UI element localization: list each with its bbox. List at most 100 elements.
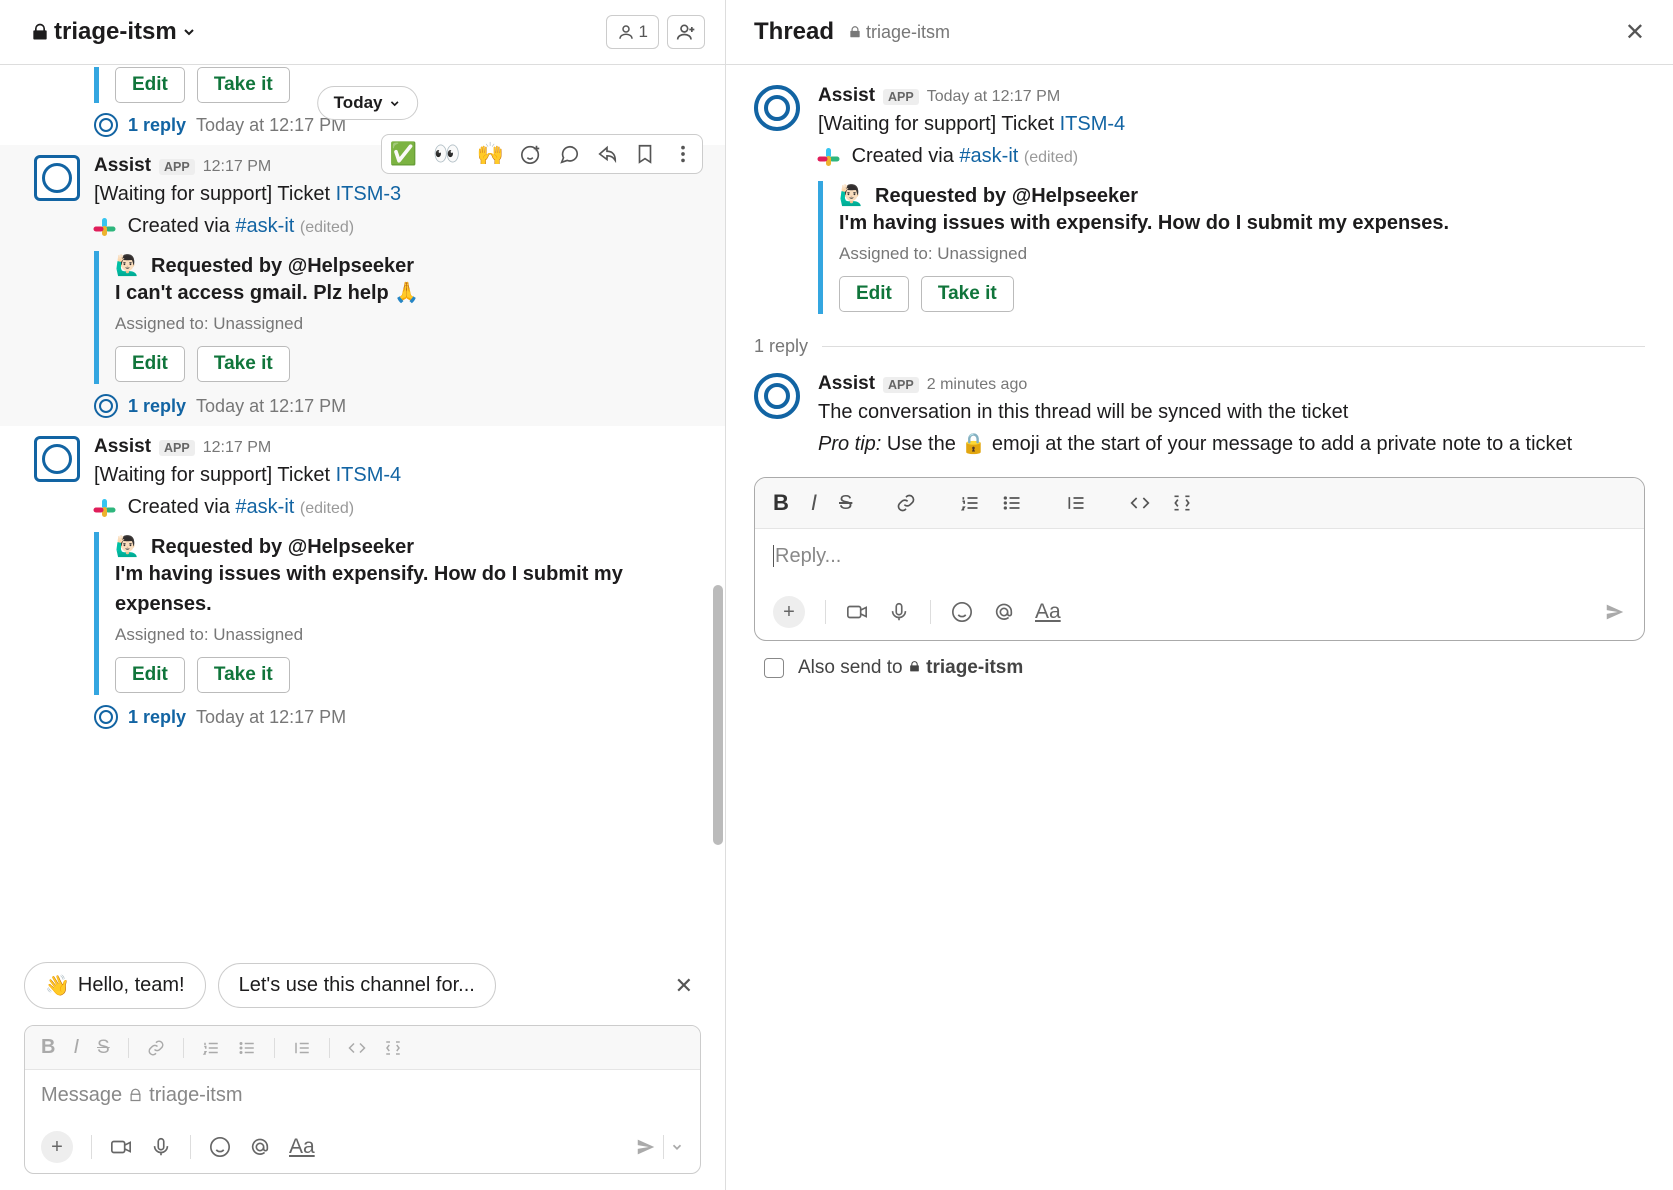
member-count-button[interactable]: 1 — [606, 15, 659, 49]
also-send-checkbox[interactable] — [764, 658, 784, 678]
thread-composer: B I S Reply... + — [754, 477, 1645, 641]
code-icon[interactable] — [1130, 493, 1150, 513]
message-timestamp[interactable]: 12:17 PM — [203, 439, 271, 457]
assist-avatar-icon — [34, 436, 80, 482]
reply-count-link[interactable]: 1 reply — [128, 396, 186, 417]
code-icon[interactable] — [348, 1039, 366, 1057]
date-divider[interactable]: Today — [317, 86, 419, 120]
ticket-link[interactable]: ITSM-3 — [336, 183, 402, 205]
mention-icon[interactable] — [249, 1136, 271, 1158]
thread-pane: Thread triage-itsm ✕ Assist APP Today at… — [726, 0, 1673, 1190]
reply-pro-tip: Pro tip: Use the 🔒 emoji at the start of… — [818, 429, 1645, 459]
bold-icon[interactable]: B — [41, 1036, 55, 1059]
attach-button[interactable]: + — [773, 596, 805, 628]
italic-icon[interactable]: I — [811, 490, 817, 516]
assist-mini-avatar-icon — [94, 705, 118, 729]
app-badge: APP — [883, 377, 919, 393]
strike-icon[interactable]: S — [839, 492, 852, 515]
message-suggestions: 👋 Hello, team! Let's use this channel fo… — [0, 950, 725, 1015]
attach-button[interactable]: + — [41, 1131, 73, 1163]
thread-close-button[interactable]: ✕ — [1625, 18, 1645, 47]
emoji-icon[interactable] — [209, 1136, 231, 1158]
edit-button[interactable]: Edit — [115, 346, 185, 382]
thread-reply-message: Assist APP 2 minutes ago The conversatio… — [754, 373, 1645, 459]
check-reaction-icon[interactable]: ✅ — [390, 141, 417, 167]
sender-name[interactable]: Assist — [94, 155, 151, 177]
mic-icon[interactable] — [888, 601, 910, 623]
blockquote-icon[interactable] — [293, 1039, 311, 1057]
edit-button[interactable]: Edit — [115, 67, 185, 103]
composer-input[interactable]: Message triage-itsm — [25, 1070, 700, 1121]
code-block-icon[interactable] — [1172, 493, 1192, 513]
reply-timestamp: Today at 12:17 PM — [196, 396, 346, 417]
ordered-list-icon[interactable] — [202, 1039, 220, 1057]
reply-count-divider: 1 reply — [754, 336, 1645, 357]
reply-count-link[interactable]: 1 reply — [128, 707, 186, 728]
message-item[interactable]: ✕ Assist APP 12:17 PM [Waiting for suppo… — [0, 145, 725, 426]
add-member-button[interactable] — [667, 15, 705, 49]
channel-title-button[interactable]: triage-itsm — [30, 18, 197, 46]
eyes-reaction-icon[interactable]: 👀 — [433, 141, 460, 167]
format-icon[interactable]: Aa — [1035, 600, 1061, 624]
channel-link[interactable]: #ask-it — [235, 496, 294, 518]
link-icon[interactable] — [147, 1039, 165, 1057]
thread-channel-name[interactable]: triage-itsm — [866, 22, 950, 43]
edit-button[interactable]: Edit — [839, 276, 909, 312]
app-badge: APP — [159, 159, 195, 175]
take-it-button[interactable]: Take it — [197, 67, 290, 103]
channel-link[interactable]: #ask-it — [959, 145, 1018, 167]
send-icon[interactable] — [635, 1136, 657, 1158]
person-emoji-icon: 🙋🏻‍♂️ — [115, 536, 140, 558]
mention-icon[interactable] — [993, 601, 1015, 623]
strike-icon[interactable]: S — [97, 1037, 110, 1059]
request-body: I'm having issues with expensify. How do… — [115, 559, 705, 619]
ordered-list-icon[interactable] — [960, 493, 980, 513]
send-options-icon[interactable] — [670, 1140, 684, 1154]
message-timestamp[interactable]: 12:17 PM — [203, 158, 271, 176]
bookmark-icon[interactable] — [634, 143, 656, 165]
italic-icon[interactable]: I — [73, 1036, 79, 1059]
more-icon[interactable] — [672, 143, 694, 165]
link-icon[interactable] — [896, 493, 916, 513]
add-reaction-icon[interactable] — [520, 143, 542, 165]
thread-composer-input[interactable]: Reply... — [755, 529, 1644, 584]
composer-format-toolbar: B I S — [755, 478, 1644, 529]
message-item[interactable]: Assist APP 12:17 PM [Waiting for support… — [0, 426, 725, 737]
take-it-button[interactable]: Take it — [197, 346, 290, 382]
code-block-icon[interactable] — [384, 1039, 402, 1057]
assigned-to: Assigned to: Unassigned — [839, 244, 1645, 264]
mic-icon[interactable] — [150, 1136, 172, 1158]
suggestion-hello-team[interactable]: 👋 Hello, team! — [24, 962, 206, 1009]
emoji-icon[interactable] — [951, 601, 973, 623]
channel-link[interactable]: #ask-it — [235, 215, 294, 237]
take-it-button[interactable]: Take it — [921, 276, 1014, 312]
video-icon[interactable] — [110, 1136, 132, 1158]
share-icon[interactable] — [596, 143, 618, 165]
blockquote-icon[interactable] — [1066, 493, 1086, 513]
slack-logo-icon — [818, 146, 840, 168]
video-icon[interactable] — [846, 601, 868, 623]
message-timestamp[interactable]: 2 minutes ago — [927, 376, 1028, 394]
thread-icon[interactable] — [558, 143, 580, 165]
format-icon[interactable]: Aa — [289, 1135, 315, 1159]
ticket-link[interactable]: ITSM-4 — [1060, 113, 1126, 135]
ticket-link[interactable]: ITSM-4 — [336, 464, 402, 486]
bullet-list-icon[interactable] — [238, 1039, 256, 1057]
sender-name[interactable]: Assist — [818, 373, 875, 395]
message-timestamp[interactable]: Today at 12:17 PM — [927, 88, 1060, 106]
suggestion-use-channel[interactable]: Let's use this channel for... — [218, 963, 496, 1008]
suggestions-close-icon[interactable]: ✕ — [675, 973, 701, 999]
channel-pane: triage-itsm 1 Today ✅ 👀 — [0, 0, 726, 1190]
take-it-button[interactable]: Take it — [197, 657, 290, 693]
reply-count-link[interactable]: 1 reply — [128, 115, 186, 136]
sender-name[interactable]: Assist — [94, 436, 151, 458]
assist-mini-avatar-icon — [94, 113, 118, 137]
bullet-list-icon[interactable] — [1002, 493, 1022, 513]
scrollbar[interactable] — [713, 585, 723, 845]
raised-hands-reaction-icon[interactable]: 🙌 — [477, 141, 504, 167]
sender-name[interactable]: Assist — [818, 85, 875, 107]
bold-icon[interactable]: B — [773, 490, 789, 516]
edit-button[interactable]: Edit — [115, 657, 185, 693]
send-icon[interactable] — [1604, 601, 1626, 623]
thread-title: Thread — [754, 18, 834, 46]
